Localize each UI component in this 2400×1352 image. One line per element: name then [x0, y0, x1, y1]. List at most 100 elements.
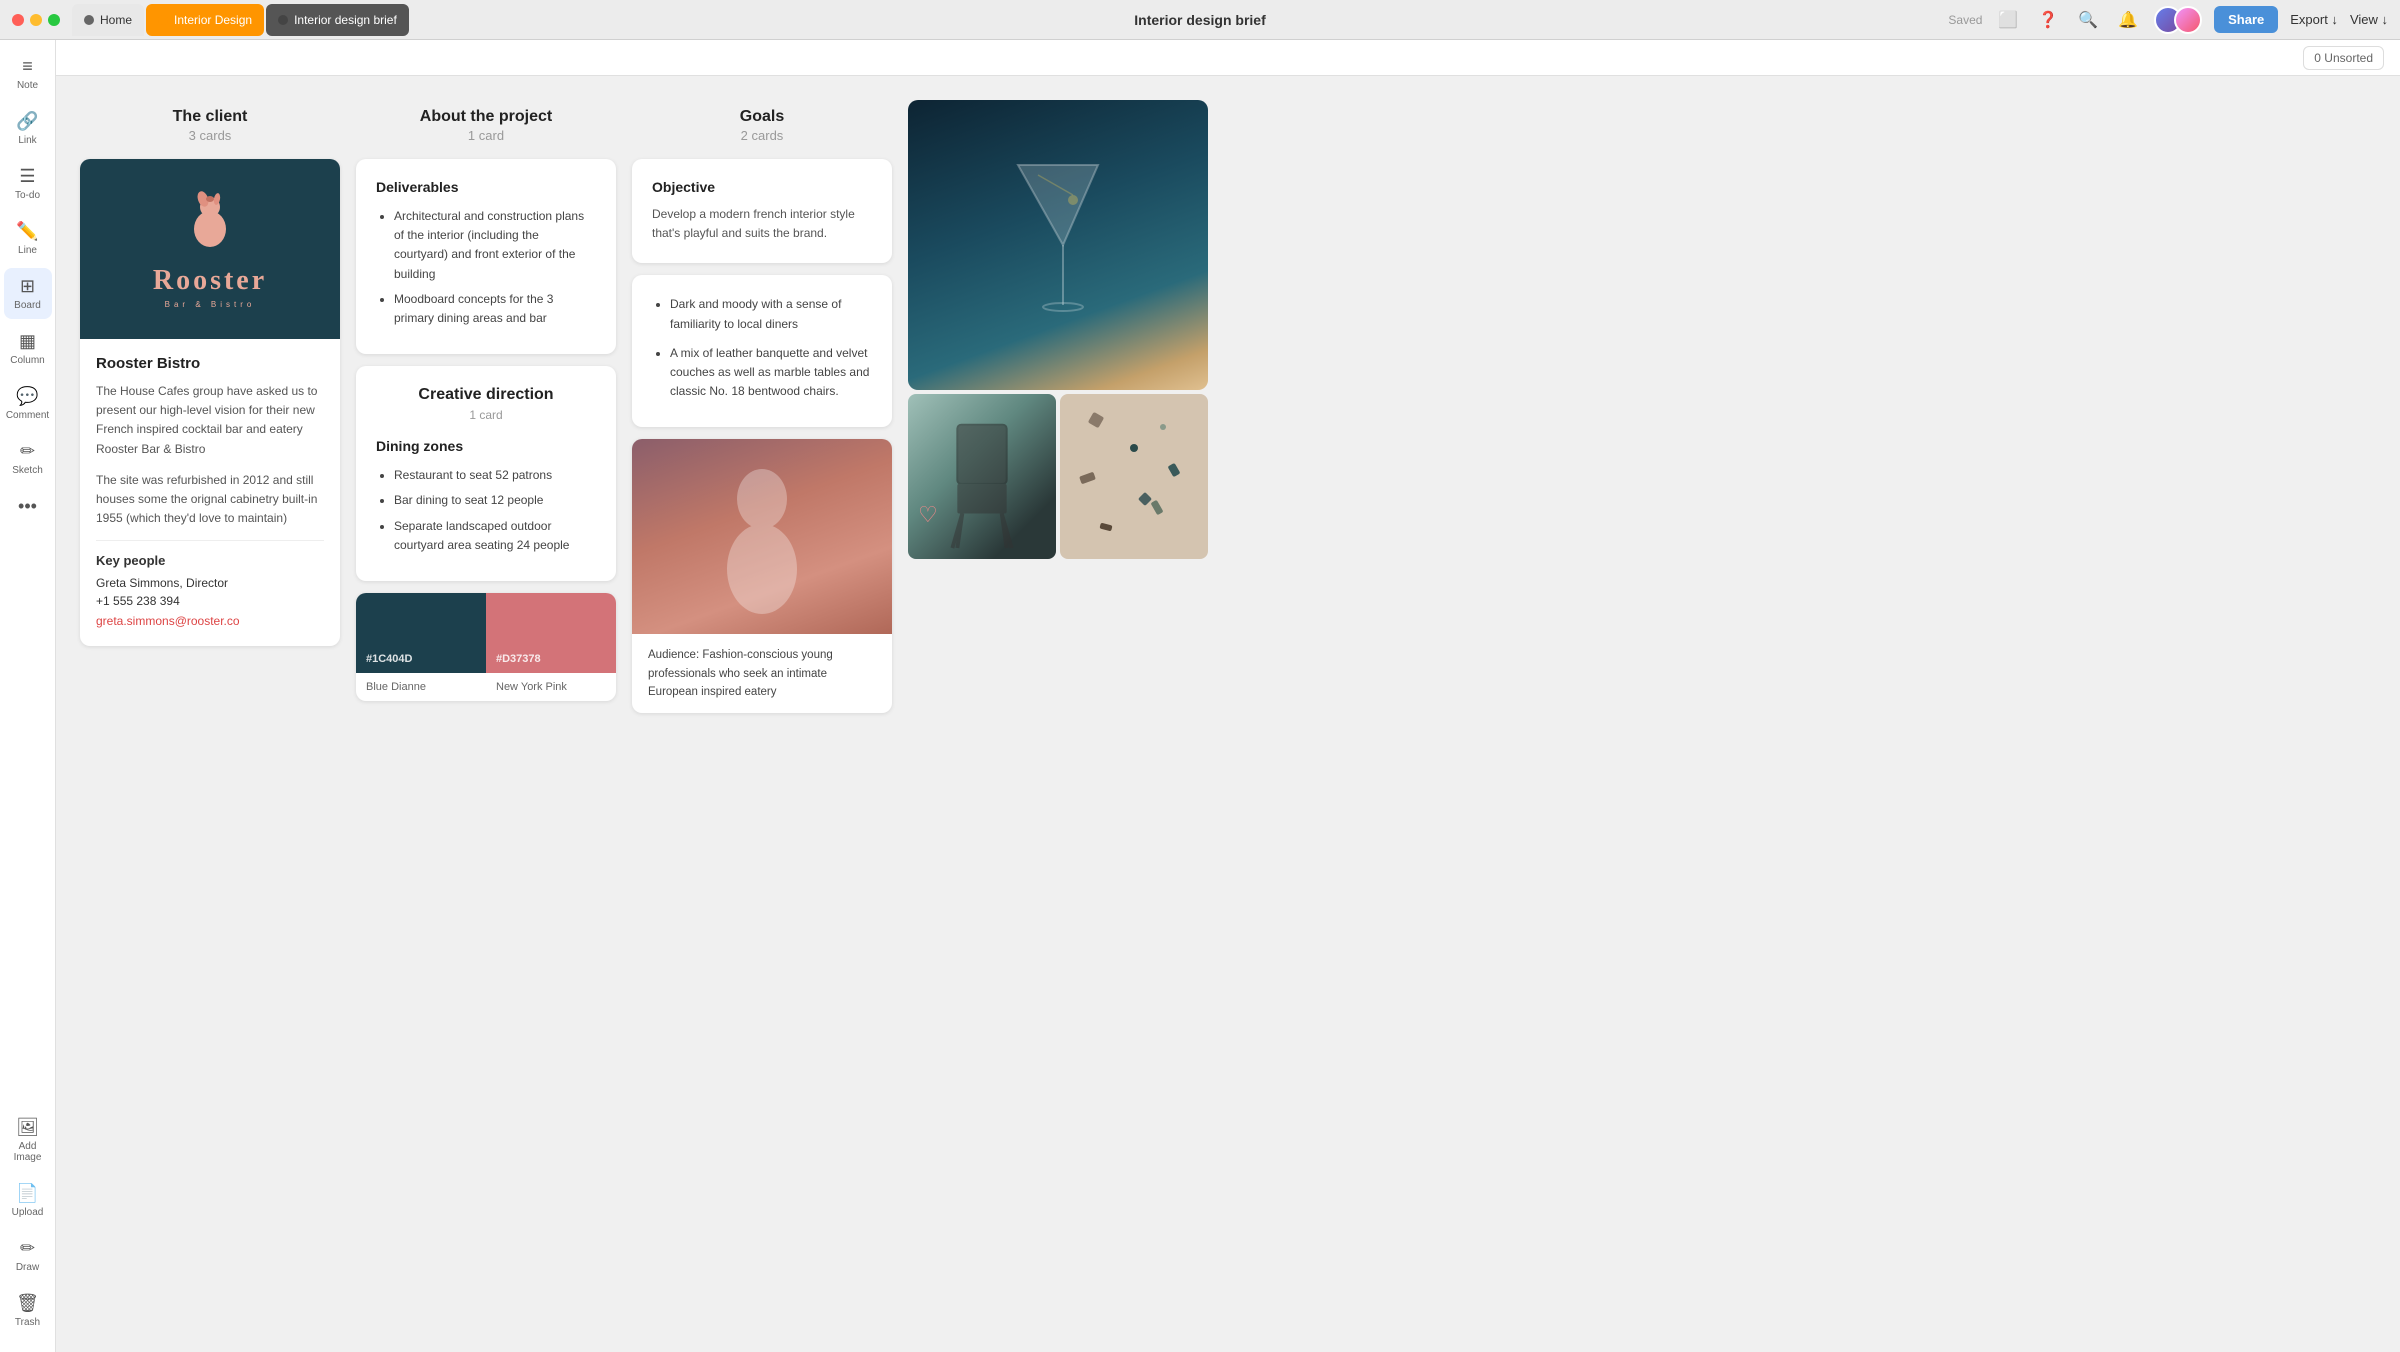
addimage-icon: 🖼	[16, 1117, 39, 1138]
swatch-pink-color: #D37378	[486, 593, 616, 673]
device-icon[interactable]: ⬜	[1994, 6, 2022, 34]
goals-list-card[interactable]: Dark and moody with a sense of familiari…	[632, 275, 892, 427]
heart-icon: ♡	[918, 502, 938, 528]
todo-icon: ☰	[19, 166, 35, 187]
swatch-dark-color: #1C404D	[356, 593, 486, 673]
objective-card[interactable]: Objective Develop a modern french interi…	[632, 159, 892, 263]
maximize-button[interactable]	[48, 14, 60, 26]
rooster-logo: Rooster Bar & Bistro	[153, 189, 267, 309]
terrazzo-image	[1060, 394, 1208, 559]
client-section-header: The client 3 cards	[80, 100, 340, 147]
view-button[interactable]: View ↓	[2350, 12, 2388, 27]
swatch-pink-info: New York Pink	[486, 673, 616, 701]
tab-interior-design[interactable]: Interior Design	[146, 4, 264, 36]
sidebar-item-addimage[interactable]: 🖼 Add Image	[4, 1109, 52, 1171]
upload-icon: 📄	[16, 1183, 38, 1204]
more-icon: •••	[18, 496, 37, 517]
sidebar: ≡ Note 🔗 Link ☰ To-do ✏️ Line ⊞ Board ▦ …	[0, 40, 56, 1352]
unsorted-badge[interactable]: 0 Unsorted	[2303, 46, 2384, 70]
dining-list: Restaurant to seat 52 patrons Bar dining…	[376, 466, 596, 555]
column-icon: ▦	[19, 331, 36, 352]
sketch-icon: ✏	[20, 441, 35, 462]
sidebar-item-note[interactable]: ≡ Note	[4, 48, 52, 99]
deliverable-item-2: Moodboard concepts for the 3 primary din…	[394, 290, 596, 328]
audience-image	[632, 439, 892, 634]
comment-icon: 💬	[16, 386, 38, 407]
dining-title: Dining zones	[376, 438, 596, 454]
key-people-section: Key people Greta Simmons, Director +1 55…	[96, 540, 324, 630]
audience-text-section: Audience: Fashion-conscious young profes…	[632, 634, 892, 713]
note-icon: ≡	[22, 56, 33, 77]
color-swatches-card[interactable]: #1C404D Blue Dianne #D37378	[356, 593, 616, 701]
sidebar-item-upload[interactable]: 📄 Upload	[4, 1175, 52, 1226]
dining-item-1: Restaurant to seat 52 patrons	[394, 466, 596, 485]
key-people-title: Key people	[96, 553, 324, 568]
sidebar-item-line[interactable]: ✏️ Line	[4, 213, 52, 264]
app-layout: ≡ Note 🔗 Link ☰ To-do ✏️ Line ⊞ Board ▦ …	[0, 40, 2400, 1352]
swatch-dark-hex: #1C404D	[366, 653, 412, 665]
contact-phone: +1 555 238 394	[96, 594, 324, 608]
sidebar-item-todo[interactable]: ☰ To-do	[4, 158, 52, 209]
line-icon: ✏️	[16, 221, 38, 242]
project-column: About the project 1 card Deliverables Ar…	[356, 100, 616, 713]
share-button[interactable]: Share	[2214, 6, 2278, 33]
sidebar-item-trash[interactable]: 🗑 Trash	[4, 1285, 52, 1336]
rooster-sub: Bar & Bistro	[165, 300, 256, 309]
goals-title: Goals	[632, 108, 892, 126]
goals-item-2: A mix of leather banquette and velvet co…	[670, 344, 872, 402]
canvas-grid: The client 3 cards	[80, 100, 2376, 713]
deliverables-list: Architectural and construction plans of …	[376, 207, 596, 328]
tab-interior-brief[interactable]: Interior design brief	[266, 4, 409, 36]
sidebar-item-board[interactable]: ⊞ Board	[4, 268, 52, 319]
rooster-bird-icon	[185, 189, 235, 261]
swatch-dark-info: Blue Dianne	[356, 673, 486, 701]
sidebar-item-draw[interactable]: ✏ Draw	[4, 1230, 52, 1281]
draw-icon: ✏	[20, 1238, 35, 1259]
swatch-pink-section: #D37378 New York Pink	[486, 593, 616, 701]
help-icon[interactable]: ❓	[2034, 6, 2062, 34]
canvas[interactable]: The client 3 cards	[56, 76, 2400, 1352]
search-icon[interactable]: 🔍	[2074, 6, 2102, 34]
creative-direction-card[interactable]: Creative direction 1 card Dining zones R…	[356, 366, 616, 581]
export-button[interactable]: Export ↓	[2290, 12, 2338, 27]
creative-title: Creative direction	[376, 386, 596, 404]
project-count: 1 card	[356, 128, 616, 143]
objective-desc: Develop a modern french interior style t…	[652, 205, 872, 243]
interior-dot-icon	[158, 15, 168, 25]
tab-home[interactable]: Home	[72, 4, 144, 36]
tab-bar: Home Interior Design Interior design bri…	[72, 4, 409, 36]
client-desc-2: The site was refurbished in 2012 and sti…	[96, 471, 324, 529]
creative-count: 1 card	[376, 408, 596, 422]
swatches-row: #1C404D Blue Dianne #D37378	[356, 593, 616, 701]
cocktail-image	[908, 100, 1208, 390]
swatch-pink-hex: #D37378	[496, 653, 541, 665]
close-button[interactable]	[12, 14, 24, 26]
minimize-button[interactable]	[30, 14, 42, 26]
client-logo-section: Rooster Bar & Bistro	[80, 159, 340, 339]
sidebar-item-more[interactable]: •••	[4, 488, 52, 525]
client-column: The client 3 cards	[80, 100, 340, 713]
swatch-pink-name: New York Pink	[496, 681, 606, 693]
deliverables-card[interactable]: Deliverables Architectural and construct…	[356, 159, 616, 354]
contact-email[interactable]: greta.simmons@rooster.co	[96, 614, 240, 628]
mosaic-row	[908, 394, 1208, 559]
sidebar-item-column[interactable]: ▦ Column	[4, 323, 52, 374]
deliverables-title: Deliverables	[376, 179, 596, 195]
avatar-2	[2174, 6, 2202, 34]
client-desc-1: The House Cafes group have asked us to p…	[96, 382, 324, 459]
sidebar-item-sketch[interactable]: ✏ Sketch	[4, 433, 52, 484]
sidebar-item-comment[interactable]: 💬 Comment	[4, 378, 52, 429]
client-title: The client	[80, 108, 340, 126]
audience-card[interactable]: Audience: Fashion-conscious young profes…	[632, 439, 892, 713]
swatch-dark-name: Blue Dianne	[366, 681, 476, 693]
page-title: Interior design brief	[1134, 12, 1265, 28]
goals-list: Dark and moody with a sense of familiari…	[652, 295, 872, 401]
link-icon: 🔗	[16, 111, 38, 132]
dining-item-2: Bar dining to seat 12 people	[394, 491, 596, 510]
titlebar: Home Interior Design Interior design bri…	[0, 0, 2400, 40]
sidebar-item-link[interactable]: 🔗 Link	[4, 103, 52, 154]
notification-icon[interactable]: 🔔	[2114, 6, 2142, 34]
client-logo-card[interactable]: Rooster Bar & Bistro Rooster Bistro The …	[80, 159, 340, 646]
goals-count: 2 cards	[632, 128, 892, 143]
traffic-lights	[12, 14, 60, 26]
